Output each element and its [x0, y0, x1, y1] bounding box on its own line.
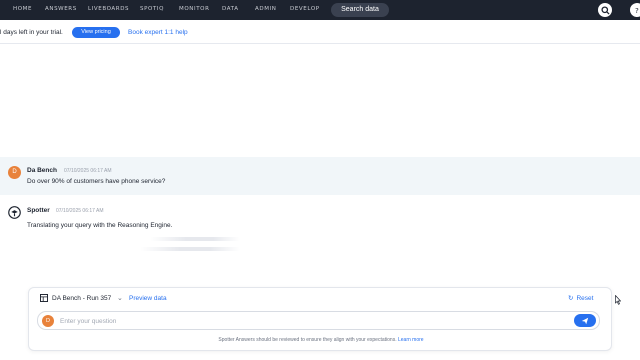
spotter-logo-icon [8, 206, 21, 219]
nav-item-admin[interactable]: ADMIN [255, 6, 276, 12]
datasource-selector[interactable]: DA Bench - Run 357 [52, 295, 111, 302]
user-question-text: Do over 90% of customers have phone serv… [27, 178, 166, 185]
avatar: D [42, 315, 54, 327]
reset-label: Reset [576, 295, 594, 302]
spotter-status-text: Translating your query with the Reasonin… [27, 222, 173, 229]
trial-banner: l days left in your trial. View pricing … [0, 20, 640, 44]
user-message-timestamp: 07/10/2025 06:17 AM [64, 168, 112, 174]
avatar: D [8, 166, 21, 179]
spotter-message-timestamp: 07/10/2025 06:17 AM [56, 208, 104, 214]
composer: DA Bench - Run 357 ⌄ Preview data ↻ Reset… [28, 287, 612, 351]
nav-item-liveboards[interactable]: LIVEBOARDS [88, 6, 129, 12]
preview-data-link[interactable]: Preview data [129, 295, 167, 302]
search-icon[interactable] [598, 3, 612, 17]
reset-icon: ↻ [568, 295, 574, 302]
loading-skeleton [140, 247, 240, 251]
send-icon [581, 317, 589, 324]
question-input-wrapper: D [37, 311, 600, 330]
top-nav: HOME ANSWERS LIVEBOARDS SPOTIQ MONITOR D… [0, 0, 640, 20]
nav-item-spotiq[interactable]: SPOTIQ [140, 6, 164, 12]
trial-text: l days left in your trial. [0, 29, 63, 36]
loading-skeleton [150, 237, 240, 241]
spotter-name: Spotter [27, 207, 50, 214]
search-data-button[interactable]: Search data [331, 3, 389, 17]
nav-item-home[interactable]: HOME [13, 6, 32, 12]
learn-more-link[interactable]: Learn more [398, 337, 424, 343]
disclaimer-text: Spotter Answers should be reviewed to en… [218, 337, 397, 343]
user-message: D Da Bench 07/10/2025 06:17 AM Do over 9… [0, 157, 640, 195]
chevron-down-icon[interactable]: ⌄ [117, 294, 123, 302]
help-icon[interactable]: ? [630, 3, 640, 17]
nav-item-monitor[interactable]: MONITOR [179, 6, 210, 12]
view-pricing-button[interactable]: View pricing [72, 27, 120, 38]
mouse-cursor-icon [615, 295, 621, 305]
disclaimer: Spotter Answers should be reviewed to en… [29, 337, 613, 343]
user-name: Da Bench [27, 167, 57, 174]
nav-item-answers[interactable]: ANSWERS [45, 6, 77, 12]
reset-button[interactable]: ↻ Reset [568, 294, 593, 302]
book-expert-link[interactable]: Book expert 1:1 help [128, 29, 188, 36]
table-icon [40, 294, 48, 302]
svg-text:?: ? [635, 6, 639, 14]
nav-item-develop[interactable]: DEVELOP [290, 6, 320, 12]
nav-item-data[interactable]: DATA [222, 6, 239, 12]
send-button[interactable] [574, 314, 596, 327]
question-input[interactable] [60, 315, 540, 327]
